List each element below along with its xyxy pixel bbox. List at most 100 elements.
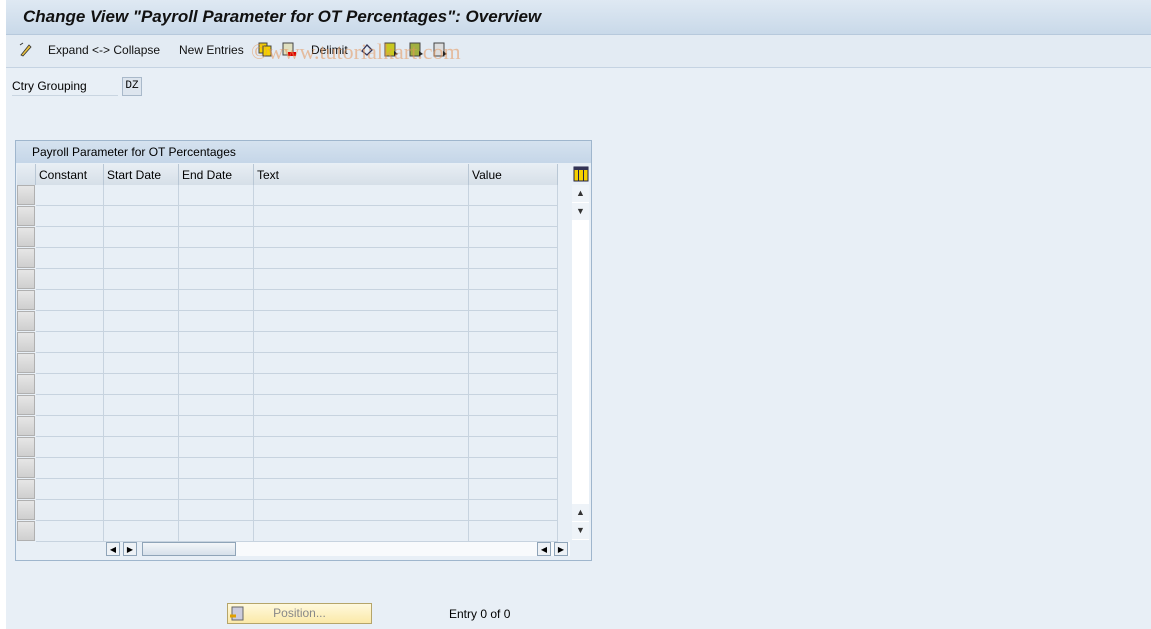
- table-cell[interactable]: [179, 269, 254, 290]
- table-cell[interactable]: [36, 500, 104, 521]
- row-selector[interactable]: [17, 395, 35, 415]
- table-cell[interactable]: [469, 248, 558, 269]
- table-cell[interactable]: [469, 395, 558, 416]
- row-selector[interactable]: [17, 206, 35, 226]
- row-selector[interactable]: [17, 437, 35, 457]
- row-selector[interactable]: [17, 416, 35, 436]
- select-block-icon[interactable]: [409, 42, 423, 57]
- column-header-start-date[interactable]: Start Date: [104, 164, 179, 185]
- table-cell[interactable]: [469, 416, 558, 437]
- row-selector[interactable]: [17, 311, 35, 331]
- table-cell[interactable]: [179, 416, 254, 437]
- table-cell[interactable]: [179, 479, 254, 500]
- table-cell[interactable]: [36, 311, 104, 332]
- undo-icon[interactable]: [360, 42, 374, 57]
- table-cell[interactable]: [254, 290, 469, 311]
- table-cell[interactable]: [36, 185, 104, 206]
- delimit-button[interactable]: Delimit: [311, 43, 348, 57]
- table-cell[interactable]: [179, 227, 254, 248]
- table-cell[interactable]: [179, 437, 254, 458]
- table-cell[interactable]: [254, 416, 469, 437]
- table-cell[interactable]: [36, 437, 104, 458]
- row-selector[interactable]: [17, 458, 35, 478]
- delete-icon[interactable]: [282, 42, 296, 57]
- table-cell[interactable]: [179, 521, 254, 542]
- table-cell[interactable]: [254, 395, 469, 416]
- scroll-left-end-icon[interactable]: ◀: [537, 542, 551, 556]
- position-button[interactable]: Position...: [227, 603, 372, 624]
- table-cell[interactable]: [104, 374, 179, 395]
- table-cell[interactable]: [254, 458, 469, 479]
- table-cell[interactable]: [36, 332, 104, 353]
- table-cell[interactable]: [179, 458, 254, 479]
- table-cell[interactable]: [179, 248, 254, 269]
- copy-icon[interactable]: [258, 42, 272, 57]
- table-cell[interactable]: [36, 479, 104, 500]
- table-cell[interactable]: [179, 206, 254, 227]
- scroll-page-up-icon[interactable]: ▲: [572, 504, 589, 521]
- table-cell[interactable]: [104, 227, 179, 248]
- table-cell[interactable]: [36, 416, 104, 437]
- table-cell[interactable]: [254, 500, 469, 521]
- table-cell[interactable]: [254, 185, 469, 206]
- row-selector[interactable]: [17, 248, 35, 268]
- table-cell[interactable]: [254, 521, 469, 542]
- table-cell[interactable]: [469, 332, 558, 353]
- table-cell[interactable]: [469, 311, 558, 332]
- row-selector[interactable]: [17, 353, 35, 373]
- scroll-page-down-icon[interactable]: ▼: [572, 522, 589, 539]
- table-cell[interactable]: [36, 290, 104, 311]
- table-cell[interactable]: [254, 332, 469, 353]
- table-cell[interactable]: [104, 395, 179, 416]
- table-cell[interactable]: [179, 332, 254, 353]
- table-cell[interactable]: [36, 395, 104, 416]
- column-header-end-date[interactable]: End Date: [179, 164, 254, 185]
- table-cell[interactable]: [469, 353, 558, 374]
- table-cell[interactable]: [104, 206, 179, 227]
- row-selector[interactable]: [17, 290, 35, 310]
- table-cell[interactable]: [254, 269, 469, 290]
- display-change-icon[interactable]: [19, 42, 33, 57]
- table-cell[interactable]: [36, 353, 104, 374]
- table-cell[interactable]: [469, 290, 558, 311]
- table-cell[interactable]: [254, 206, 469, 227]
- table-cell[interactable]: [179, 395, 254, 416]
- scroll-up-icon[interactable]: ▲: [572, 185, 589, 202]
- row-selector[interactable]: [17, 185, 35, 205]
- row-selector[interactable]: [17, 521, 35, 541]
- table-settings-icon[interactable]: [573, 166, 589, 182]
- table-cell[interactable]: [104, 437, 179, 458]
- table-cell[interactable]: [469, 206, 558, 227]
- scroll-right-icon[interactable]: ▶: [123, 542, 137, 556]
- expand-collapse-button[interactable]: Expand <-> Collapse: [48, 43, 160, 57]
- table-cell[interactable]: [469, 458, 558, 479]
- table-cell[interactable]: [179, 311, 254, 332]
- table-cell[interactable]: [469, 437, 558, 458]
- table-cell[interactable]: [179, 290, 254, 311]
- row-selector[interactable]: [17, 332, 35, 352]
- table-cell[interactable]: [179, 185, 254, 206]
- horizontal-scroll-thumb[interactable]: [142, 542, 236, 556]
- table-cell[interactable]: [469, 185, 558, 206]
- table-cell[interactable]: [36, 374, 104, 395]
- table-cell[interactable]: [104, 416, 179, 437]
- table-cell[interactable]: [254, 311, 469, 332]
- table-cell[interactable]: [104, 248, 179, 269]
- table-cell[interactable]: [104, 521, 179, 542]
- table-cell[interactable]: [36, 269, 104, 290]
- new-entries-button[interactable]: New Entries: [179, 43, 244, 57]
- table-cell[interactable]: [179, 374, 254, 395]
- table-cell[interactable]: [36, 458, 104, 479]
- table-cell[interactable]: [104, 500, 179, 521]
- row-selector[interactable]: [17, 269, 35, 289]
- table-cell[interactable]: [254, 437, 469, 458]
- table-cell[interactable]: [469, 479, 558, 500]
- table-cell[interactable]: [254, 227, 469, 248]
- vertical-scrollbar[interactable]: ▲ ▼ ▲ ▼: [572, 185, 589, 540]
- table-cell[interactable]: [469, 227, 558, 248]
- table-cell[interactable]: [104, 332, 179, 353]
- table-cell[interactable]: [104, 290, 179, 311]
- table-cell[interactable]: [469, 374, 558, 395]
- table-cell[interactable]: [254, 479, 469, 500]
- row-selector[interactable]: [17, 374, 35, 394]
